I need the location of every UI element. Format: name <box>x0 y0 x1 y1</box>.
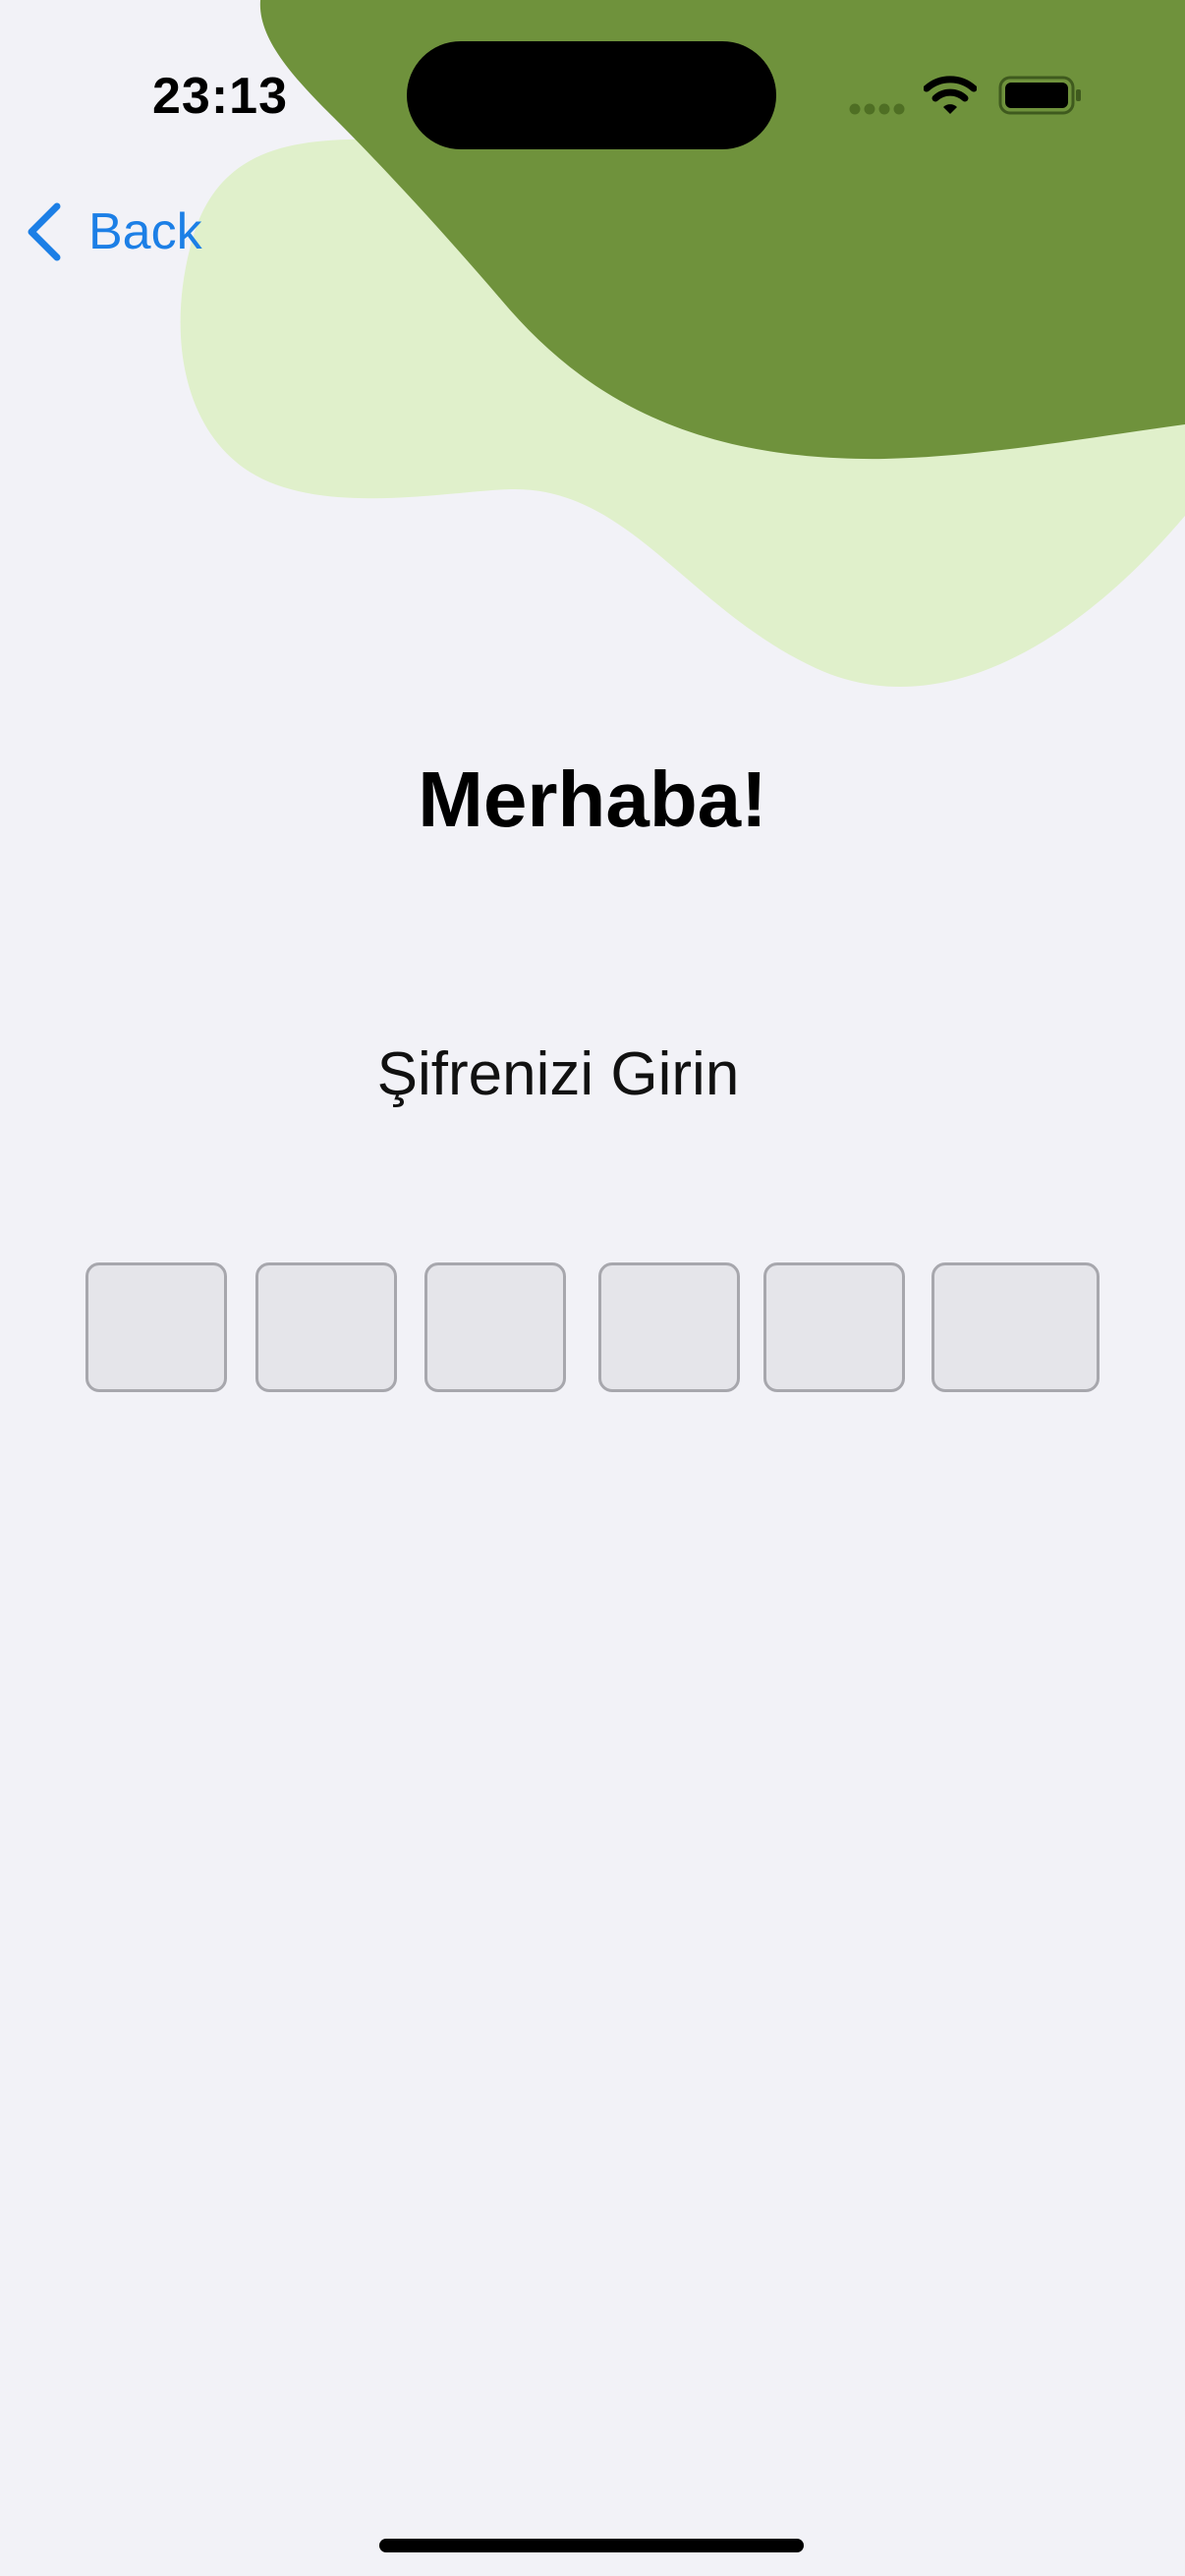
passcode-digit-2[interactable] <box>255 1262 397 1392</box>
back-button[interactable]: Back <box>24 196 202 267</box>
password-prompt: Şifrenizi Girin <box>376 1040 740 1108</box>
cellular-signal-icon <box>849 103 905 115</box>
passcode-digit-3[interactable] <box>424 1262 566 1392</box>
status-bar: 23:13 <box>0 0 1185 187</box>
status-time: 23:13 <box>152 68 288 125</box>
passcode-input-group <box>0 1262 1185 1396</box>
dynamic-island <box>407 41 776 149</box>
wifi-icon <box>924 76 977 114</box>
passcode-digit-6[interactable] <box>931 1262 1100 1392</box>
passcode-digit-4[interactable] <box>598 1262 740 1392</box>
passcode-digit-1[interactable] <box>85 1262 227 1392</box>
chevron-left-icon <box>28 202 61 261</box>
home-indicator[interactable] <box>379 2539 804 2552</box>
back-button-label: Back <box>88 203 202 260</box>
passcode-digit-5[interactable] <box>763 1262 905 1392</box>
page-title: Merhaba! <box>418 756 767 843</box>
battery-icon <box>998 76 1081 115</box>
